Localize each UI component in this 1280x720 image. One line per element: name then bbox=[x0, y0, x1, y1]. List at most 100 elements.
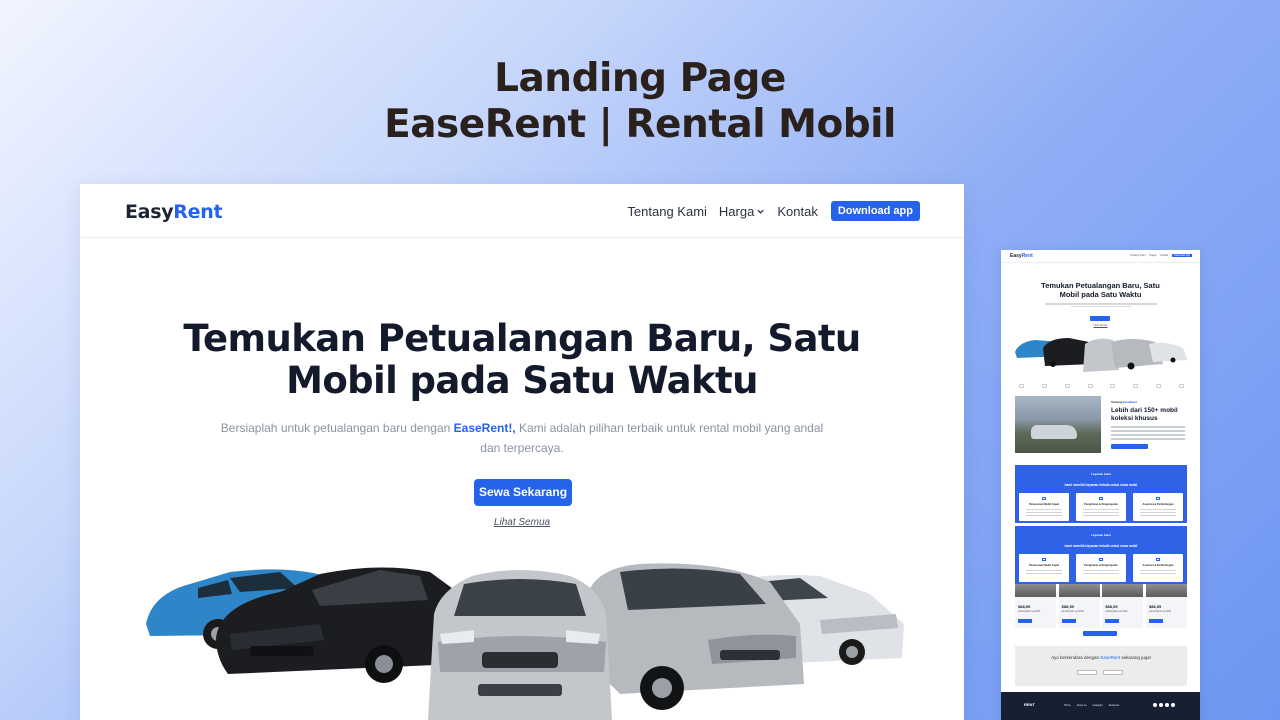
preview-about-button bbox=[1111, 444, 1148, 449]
preview-nav-links: Tentang Kami Harga Kontak Download app bbox=[1126, 254, 1192, 257]
full-page-preview: EasyRent Tentang Kami Harga Kontak Downl… bbox=[1001, 250, 1200, 720]
service-card-title: Pengiriman & Penjemputan bbox=[1084, 564, 1118, 567]
car-card-subtitle: Lamborghini red 2021 bbox=[1018, 611, 1041, 613]
footer-link: Resource bbox=[1108, 704, 1120, 707]
nav-link-kontak[interactable]: Kontak bbox=[777, 204, 817, 219]
service-card-title: Asuransi & Perlindungan bbox=[1142, 564, 1174, 567]
preview-services-label: Layanan kami bbox=[1091, 472, 1111, 476]
preview-about-car bbox=[1031, 425, 1077, 439]
text-line bbox=[1140, 573, 1176, 574]
service-icon bbox=[1156, 558, 1160, 561]
nav-link-harga-label: Harga bbox=[718, 203, 755, 219]
preview-logo-a: Easy bbox=[1010, 253, 1022, 259]
logo[interactable]: EasyRent bbox=[125, 201, 223, 223]
preview-hero-title-line1: Temukan Petualangan Baru, Satu bbox=[1041, 281, 1160, 290]
text-line bbox=[1111, 434, 1185, 436]
text-line bbox=[1026, 570, 1062, 571]
text-line bbox=[1140, 515, 1176, 516]
car-card: $88,59 Lamborghini red 2021 bbox=[1145, 584, 1187, 628]
preview-sub-placeholder-line bbox=[1071, 305, 1131, 307]
preview-logo-b: Rent bbox=[1021, 253, 1033, 259]
preview-about-title: Lebih dari 150+ mobil koleksi khusus bbox=[1111, 407, 1178, 422]
car-card-price: $88,59 bbox=[1018, 604, 1031, 609]
car-card-button bbox=[1018, 619, 1032, 623]
preview-lihat-link: Lihat Semua bbox=[1093, 324, 1108, 327]
preview-about-label-a: Tentang bbox=[1111, 400, 1124, 404]
text-line bbox=[1083, 570, 1119, 571]
preview-car-lineup bbox=[1015, 338, 1187, 372]
text-line bbox=[1111, 430, 1185, 432]
car-card-button bbox=[1061, 619, 1076, 623]
text-line bbox=[1026, 509, 1062, 510]
preview-cta-brand: EaseRent bbox=[1100, 655, 1121, 660]
car-card-subtitle: Lamborghini red 2021 bbox=[1061, 611, 1085, 613]
brand-icon bbox=[1087, 384, 1093, 388]
hero-subtitle: Bersiaplah untuk petualangan baru dengan… bbox=[220, 418, 824, 458]
preview-nav-link: Tentang Kami bbox=[1130, 254, 1146, 257]
lihat-semua-link[interactable]: Lihat Semua bbox=[80, 517, 964, 528]
hero-sub-after: Kami adalah pilihan terbaik untuk rental… bbox=[480, 421, 824, 455]
car-card: $88,59 Lamborghini red 2021 bbox=[1058, 584, 1100, 628]
hero-title-line1: Temukan Petualangan Baru, Satu bbox=[183, 317, 861, 360]
service-card: Pemesanan Mobil Cepat bbox=[1019, 554, 1069, 582]
service-card-title: Pemesanan Mobil Cepat bbox=[1029, 503, 1059, 506]
preview-download-button: Download app bbox=[1172, 254, 1192, 257]
preview-services-section-2: Layanan kami kami memiliki layanan terba… bbox=[1015, 526, 1187, 584]
logo-text-a: Easy bbox=[125, 201, 174, 223]
footer-link: Home bbox=[1064, 704, 1071, 707]
preview-services-title: kami memiliki layanan terbaik untuk sewa… bbox=[1064, 483, 1138, 487]
service-card: Asuransi & Perlindungan bbox=[1133, 554, 1183, 582]
preview-services-section: Layanan kami kami memiliki layanan terba… bbox=[1015, 465, 1187, 523]
brand-icon bbox=[1156, 384, 1162, 388]
preview-cta-before: Ayo berkendara dengan bbox=[1051, 655, 1101, 660]
car-card-image bbox=[1102, 584, 1144, 597]
footer-link: About us bbox=[1076, 704, 1087, 707]
nav-link-harga[interactable]: Harga bbox=[719, 204, 765, 219]
service-card: Asuransi & Perlindungan bbox=[1133, 493, 1183, 521]
car-card: $88,59 Lamborghini red 2021 bbox=[1102, 584, 1144, 628]
text-line bbox=[1083, 573, 1119, 574]
preview-services-title: kami memiliki layanan terbaik untuk sewa… bbox=[1064, 544, 1138, 548]
preview-navbar: EasyRent Tentang Kami Harga Kontak Downl… bbox=[1001, 250, 1200, 263]
preview-service-cards: Pemesanan Mobil Cepat Pengiriman & Penje… bbox=[1019, 554, 1183, 582]
preview-cta-section: Ayo berkendara dengan EaseRent sekarang … bbox=[1015, 646, 1187, 686]
preview-cta-button bbox=[1090, 316, 1110, 321]
download-app-button[interactable]: Download app bbox=[830, 201, 920, 221]
preview-nav-link: Kontak bbox=[1160, 254, 1169, 257]
text-line bbox=[1140, 509, 1176, 510]
brand-icon bbox=[1064, 384, 1070, 388]
text-line bbox=[1026, 515, 1062, 516]
social-icon bbox=[1153, 703, 1157, 707]
footer-link: Category bbox=[1092, 704, 1103, 707]
preview-cta-text: Ayo berkendara dengan EaseRent sekarang … bbox=[1015, 655, 1187, 660]
service-icon bbox=[1099, 497, 1103, 500]
navbar: EasyRent Tentang Kami Harga Kontak Downl… bbox=[80, 184, 964, 238]
sewa-sekarang-button[interactable]: Sewa Sekarang bbox=[474, 479, 572, 506]
google-play-badge bbox=[1103, 670, 1123, 675]
hero-sub-brand: EaseRent!, bbox=[453, 421, 516, 435]
preview-about-label: Tentang EaseRent bbox=[1111, 400, 1137, 404]
brand-icon bbox=[1019, 384, 1024, 388]
social-icon bbox=[1165, 703, 1169, 707]
showcase-title: Landing Page EaseRent | Rental Mobil bbox=[0, 56, 1280, 148]
service-card-title: Asuransi & Perlindungan bbox=[1142, 503, 1174, 506]
hero-title-line2: Mobil pada Satu Waktu bbox=[286, 359, 758, 402]
preview-footer-social bbox=[1153, 703, 1177, 707]
car-card-subtitle: Lamborghini red 2021 bbox=[1105, 611, 1128, 613]
text-line bbox=[1083, 515, 1119, 516]
hero-title: Temukan Petualangan Baru, Satu Mobil pad… bbox=[80, 318, 964, 402]
nav-link-tentang-kami[interactable]: Tentang Kami bbox=[627, 204, 707, 219]
app-store-badge bbox=[1077, 670, 1097, 675]
car-lineup-image bbox=[146, 563, 904, 720]
social-icon bbox=[1159, 703, 1163, 707]
brand-icon bbox=[1110, 384, 1116, 388]
preview-service-cards: Pemesanan Mobil Cepat Pengiriman & Penje… bbox=[1019, 493, 1183, 521]
text-line bbox=[1111, 438, 1185, 440]
preview-about-label-b: EaseRent bbox=[1123, 400, 1137, 404]
silver-minivan bbox=[586, 563, 804, 710]
service-card: Pengiriman & Penjemputan bbox=[1076, 554, 1126, 582]
car-card-subtitle: Lamborghini red 2021 bbox=[1148, 611, 1172, 613]
desktop-preview: EasyRent Tentang Kami Harga Kontak Downl… bbox=[80, 184, 964, 720]
preview-more-button bbox=[1083, 631, 1117, 636]
preview-footer-links: Home About us Category Resource bbox=[1064, 704, 1125, 707]
